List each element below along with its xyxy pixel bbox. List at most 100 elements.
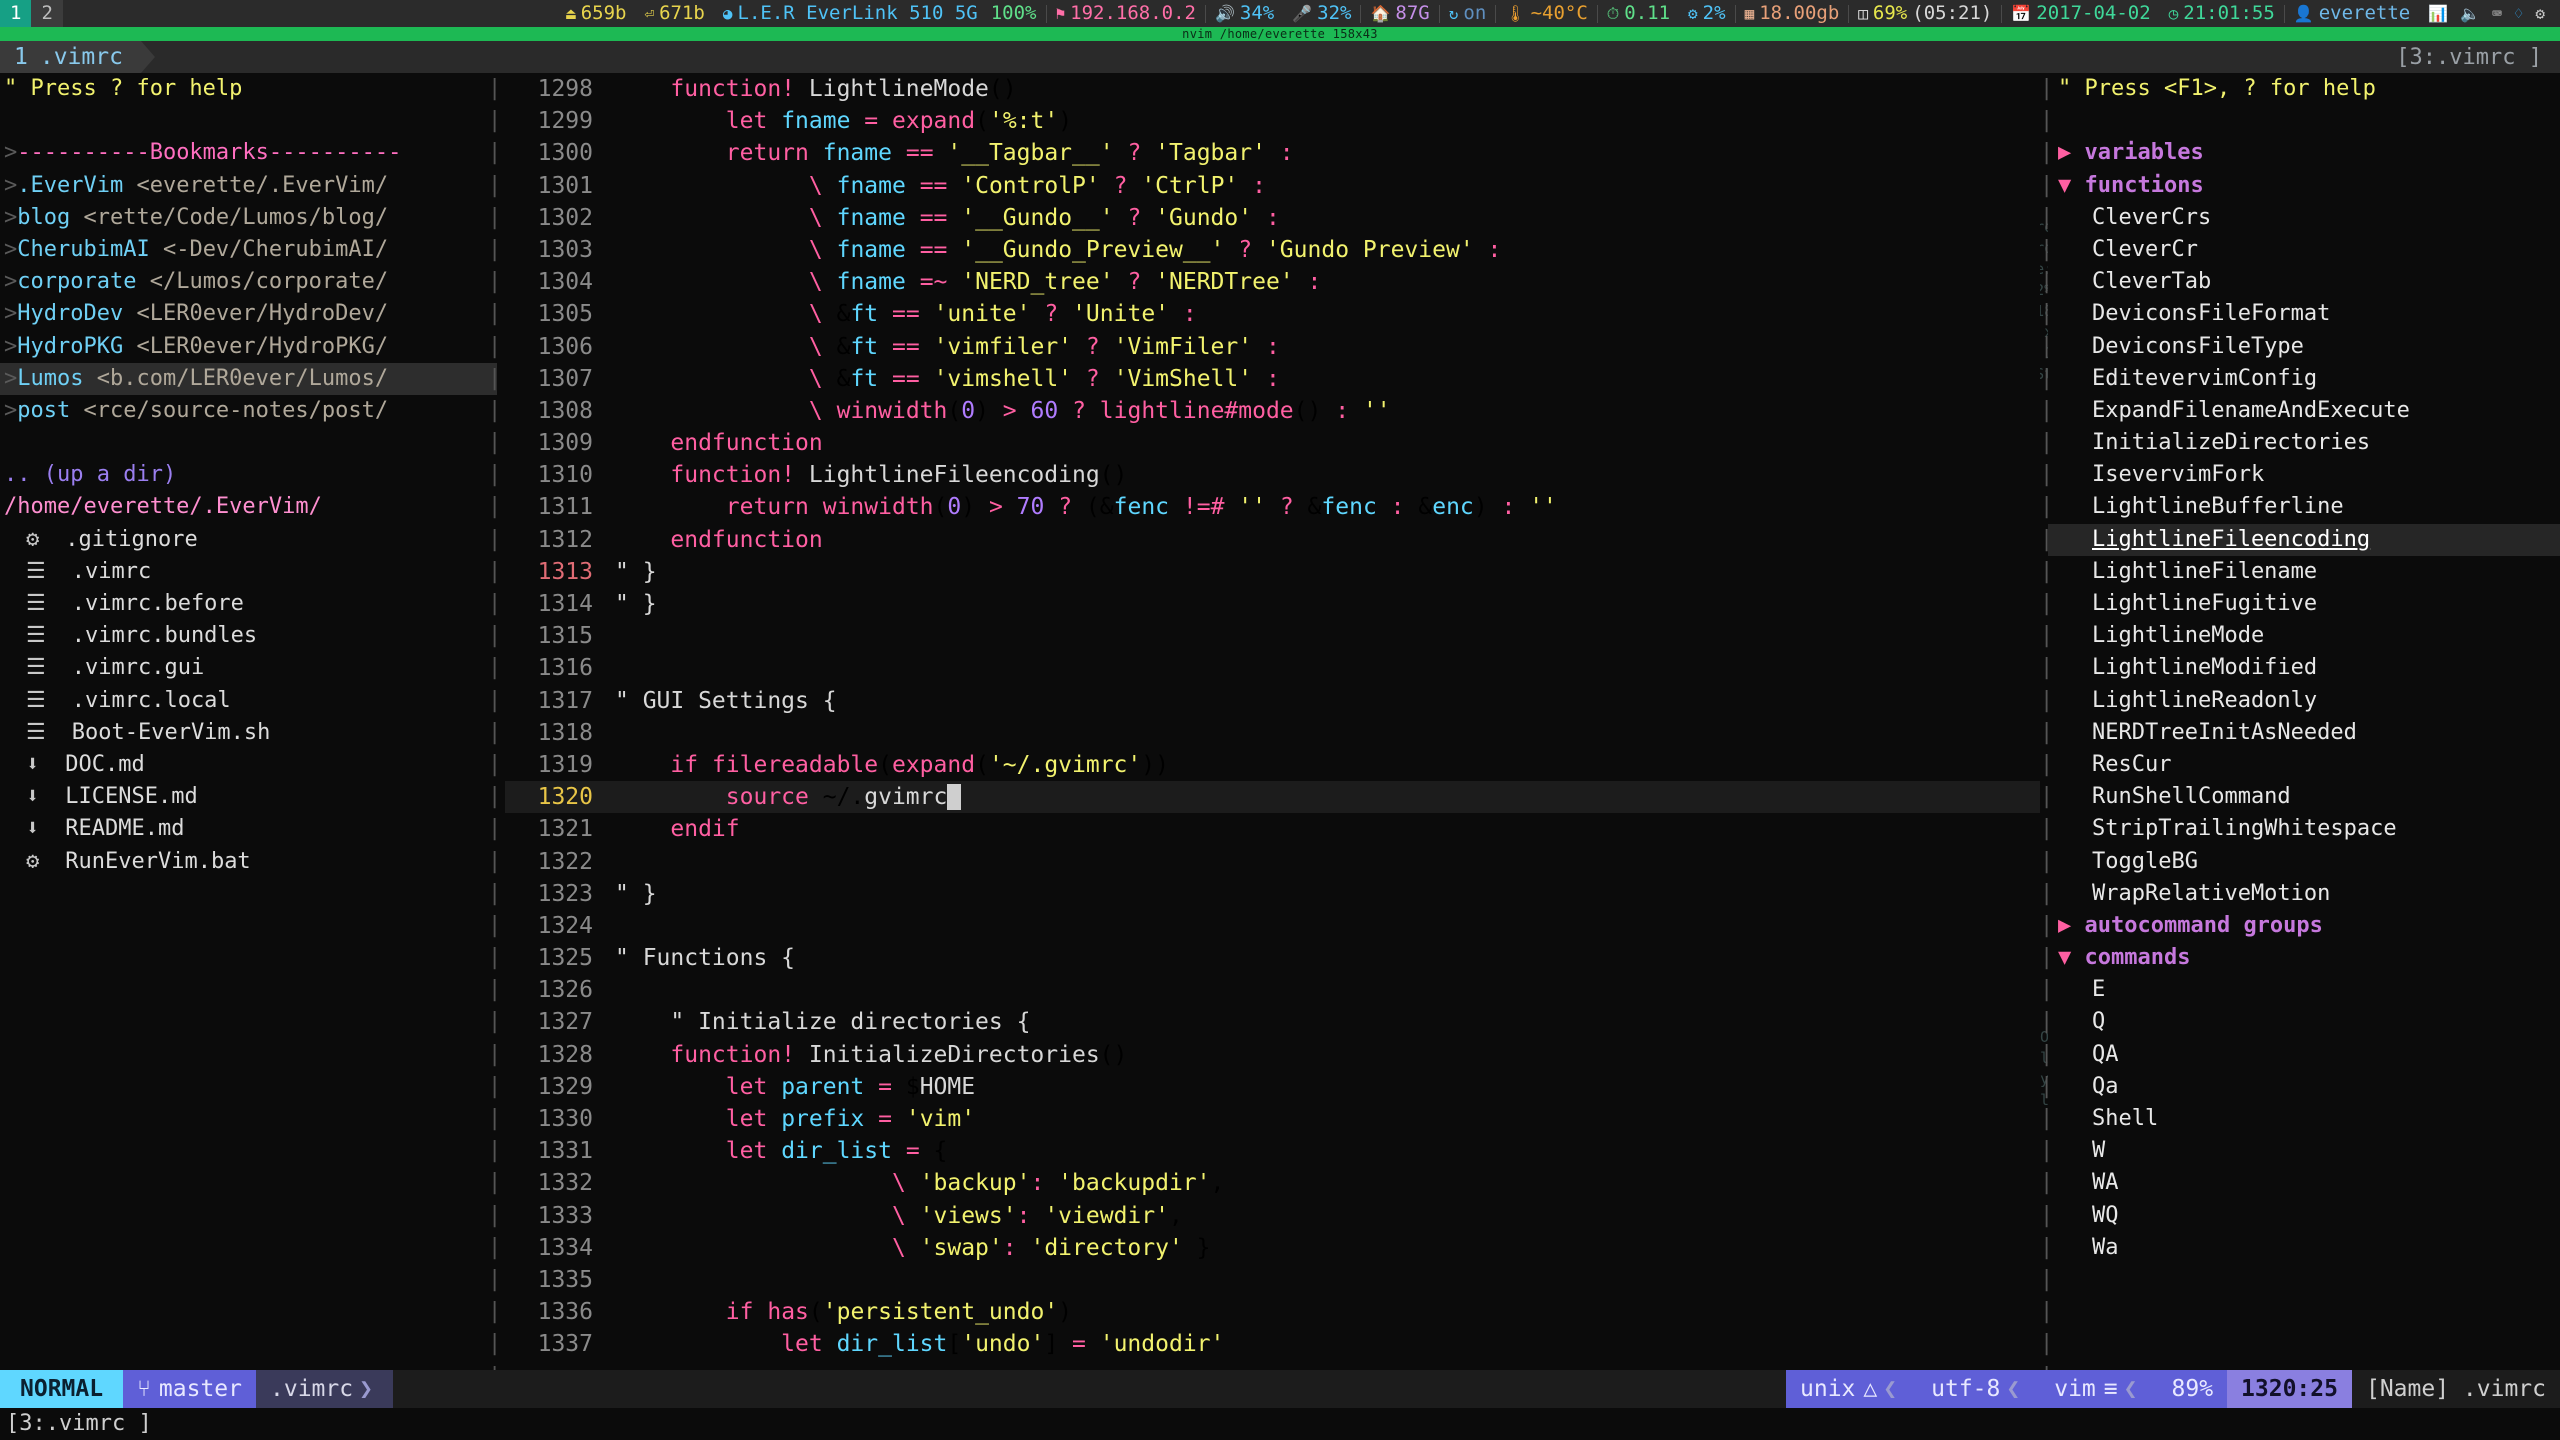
- tagbar-item[interactable]: Shell: [2092, 1106, 2158, 1131]
- editor-line[interactable]: 1308 \ winwidth(0) > 60 ? lightline#mode…: [505, 395, 2040, 427]
- editor-line[interactable]: 1298 function! LightlineMode(): [505, 73, 2040, 105]
- editor-line[interactable]: 1328 function! InitializeDirectories(): [505, 1039, 2040, 1071]
- status-microphone[interactable]: 🎤 32%: [1283, 0, 1360, 27]
- tagbar-item[interactable]: LightlineFugitive: [2092, 591, 2317, 616]
- tagbar-item[interactable]: WQ: [2092, 1203, 2119, 1228]
- nerdtree-line[interactable]: ⚙ RunEverVim.bat: [0, 846, 497, 878]
- tagbar-item[interactable]: NERDTreeInitAsNeeded: [2092, 720, 2357, 745]
- nerdtree-line[interactable]: [0, 427, 497, 459]
- editor-line[interactable]: 1319 if filereadable(expand('~/.gvimrc')…: [505, 749, 2040, 781]
- bluetooth-icon[interactable]: ♢: [2514, 0, 2524, 27]
- tagbar-line[interactable]: CleverTab: [2048, 266, 2560, 298]
- nerdtree-line[interactable]: ☰ .vimrc.local: [0, 685, 497, 717]
- editor-line[interactable]: 1326: [505, 974, 2040, 1006]
- tagbar-section-arrow-icon[interactable]: ▶: [2058, 913, 2071, 938]
- editor-line[interactable]: 1321 endif: [505, 813, 2040, 845]
- nerdtree-line[interactable]: " Press ? for help: [0, 73, 497, 105]
- editor-line[interactable]: 1310 function! LightlineFileencoding(): [505, 459, 2040, 491]
- editor-line[interactable]: 1305 \ &ft == 'unite' ? 'Unite' :: [505, 298, 2040, 330]
- systray[interactable]: 📊 🔈 ⌨ ♢ ⚙: [2419, 0, 2554, 27]
- editor-line[interactable]: 1311 return winwidth(0) > 70 ? (&fenc !=…: [505, 491, 2040, 523]
- editor-line[interactable]: 1323 " }: [505, 878, 2040, 910]
- tagbar-line[interactable]: NERDTreeInitAsNeeded: [2048, 717, 2560, 749]
- keyboard-icon[interactable]: ⌨: [2492, 0, 2502, 27]
- tagbar-item[interactable]: Q: [2092, 1009, 2105, 1034]
- nerdtree-line[interactable]: ⬇ DOC.md: [0, 749, 497, 781]
- status-clock[interactable]: ◷ 21:01:55: [2160, 0, 2284, 27]
- tagbar-item[interactable]: E: [2092, 977, 2105, 1002]
- nerdtree-line[interactable]: >corporate </Lumos/corporate/: [0, 266, 497, 298]
- tagbar-item[interactable]: InitializeDirectories: [2092, 430, 2370, 455]
- tagbar-line[interactable]: Q: [2048, 1006, 2560, 1038]
- status-temperature[interactable]: 🌡 ~40°C: [1496, 0, 1597, 27]
- editor-line[interactable]: 1318: [505, 717, 2040, 749]
- editor-line[interactable]: 1320 source ~/.gvimrc: [505, 781, 2040, 814]
- editor-line[interactable]: 1313 " }: [505, 556, 2040, 588]
- tagbar-section-arrow-icon[interactable]: ▶: [2058, 140, 2071, 165]
- tagbar-item[interactable]: DeviconsFileFormat: [2092, 301, 2330, 326]
- editor-line[interactable]: 1314 " }: [505, 588, 2040, 620]
- nerdtree-line[interactable]: >.EverVim <everette/.EverVim/: [0, 170, 497, 202]
- tagbar-line[interactable]: ResCur: [2048, 749, 2560, 781]
- tagbar-line[interactable]: CleverCrs: [2048, 202, 2560, 234]
- nerdtree-line[interactable]: >----------Bookmarks----------: [0, 137, 497, 169]
- tagbar-line[interactable]: ToggleBG: [2048, 846, 2560, 878]
- editor-line[interactable]: 1334 \ 'swap': 'directory' }: [505, 1232, 2040, 1264]
- nerdtree-panel[interactable]: " Press ? for help >----------Bookmarks-…: [0, 73, 497, 1370]
- volume-icon[interactable]: 🔈: [2460, 0, 2480, 27]
- tagbar-section-arrow-icon[interactable]: ▼: [2058, 945, 2071, 970]
- status-network-down[interactable]: ⏏ 659b: [557, 0, 635, 27]
- tagbar-line[interactable]: ▼ commands: [2048, 942, 2560, 974]
- nerdtree-line[interactable]: >HydroDev <LER0ever/HydroDev/: [0, 298, 497, 330]
- status-cpu[interactable]: ⚙ 2%: [1679, 0, 1735, 27]
- tagbar-item[interactable]: WrapRelativeMotion: [2092, 881, 2330, 906]
- tagbar-line[interactable]: LightlineFileencoding: [2048, 523, 2560, 556]
- editor-line[interactable]: 1303 \ fname == '__Gundo_Preview__' ? 'G…: [505, 234, 2040, 266]
- nerdtree-line[interactable]: ☰ Boot-EverVim.sh: [0, 717, 497, 749]
- tagbar-line[interactable]: ▶ autocommand groups: [2048, 910, 2560, 942]
- status-volume[interactable]: 🔊 34%: [1206, 0, 1283, 27]
- tagbar-line[interactable]: E: [2048, 974, 2560, 1006]
- status-load[interactable]: ⏱ 0.11: [1598, 0, 1679, 27]
- nerdtree-line[interactable]: [0, 105, 497, 137]
- editor-line[interactable]: 1307 \ &ft == 'vimshell' ? 'VimShell' :: [505, 363, 2040, 395]
- status-user[interactable]: 👤 everette: [2285, 0, 2419, 27]
- tagbar-item[interactable]: LightlineMode: [2092, 623, 2264, 648]
- tagbar-line[interactable]: LightlineFugitive: [2048, 588, 2560, 620]
- editor-line[interactable]: 1330 let prefix = 'vim': [505, 1103, 2040, 1135]
- tagbar-section-arrow-icon[interactable]: ▼: [2058, 173, 2071, 198]
- status-wifi[interactable]: ◕ L.E.R EverLink 510 5G 100%: [714, 0, 1046, 27]
- nerdtree-line[interactable]: /home/everette/.EverVim/: [0, 491, 497, 523]
- tab-vimrc[interactable]: 1 .vimrc: [0, 41, 141, 73]
- settings-icon[interactable]: ⚙: [2535, 0, 2545, 27]
- editor-line[interactable]: 1329 let parent = $HOME: [505, 1071, 2040, 1103]
- tagbar-item[interactable]: ToggleBG: [2092, 849, 2198, 874]
- editor-line[interactable]: 1302 \ fname == '__Gundo__' ? 'Gundo' :: [505, 202, 2040, 234]
- tagbar-line[interactable]: IsevervimFork: [2048, 459, 2560, 491]
- code-editor[interactable]: 1298 function! LightlineMode() 1299 let f…: [505, 73, 2040, 1370]
- status-network-up[interactable]: ⏎ 671b: [635, 0, 713, 27]
- editor-line[interactable]: 1325 " Functions {: [505, 942, 2040, 974]
- status-memory[interactable]: ▦ 18.00gb: [1736, 0, 1849, 27]
- nerdtree-up-dir[interactable]: .. (up a dir): [4, 462, 176, 487]
- tagbar-line[interactable]: [2048, 105, 2560, 137]
- tagbar-line[interactable]: ExpandFilenameAndExecute: [2048, 395, 2560, 427]
- tagbar-item[interactable]: LightlineBufferline: [2092, 494, 2344, 519]
- tagbar-item[interactable]: IsevervimFork: [2092, 462, 2264, 487]
- tagbar-line[interactable]: WA: [2048, 1167, 2560, 1199]
- editor-line[interactable]: 1315: [505, 620, 2040, 652]
- tagbar-item[interactable]: LightlineFilename: [2092, 559, 2317, 584]
- nerdtree-line[interactable]: .. (up a dir): [0, 459, 497, 491]
- nerdtree-line[interactable]: >HydroPKG <LER0ever/HydroPKG/: [0, 331, 497, 363]
- lightline-branch[interactable]: ⑂ master: [123, 1370, 256, 1408]
- editor-line[interactable]: 1333 \ 'views': 'viewdir',: [505, 1200, 2040, 1232]
- tagbar-item[interactable]: ResCur: [2092, 752, 2171, 777]
- editor-line[interactable]: 1337 let dir_list['undo'] = 'undodir': [505, 1328, 2040, 1360]
- nerdtree-line[interactable]: >CherubimAI <-Dev/CherubimAI/: [0, 234, 497, 266]
- tagbar-line[interactable]: Shell: [2048, 1103, 2560, 1135]
- editor-line[interactable]: 1306 \ &ft == 'vimfiler' ? 'VimFiler' :: [505, 331, 2040, 363]
- nerdtree-line[interactable]: >post <rce/source-notes/post/: [0, 395, 497, 427]
- tagbar-item[interactable]: W: [2092, 1138, 2105, 1163]
- nerdtree-line[interactable]: ☰ .vimrc.bundles: [0, 620, 497, 652]
- editor-line[interactable]: 1309 endfunction: [505, 427, 2040, 459]
